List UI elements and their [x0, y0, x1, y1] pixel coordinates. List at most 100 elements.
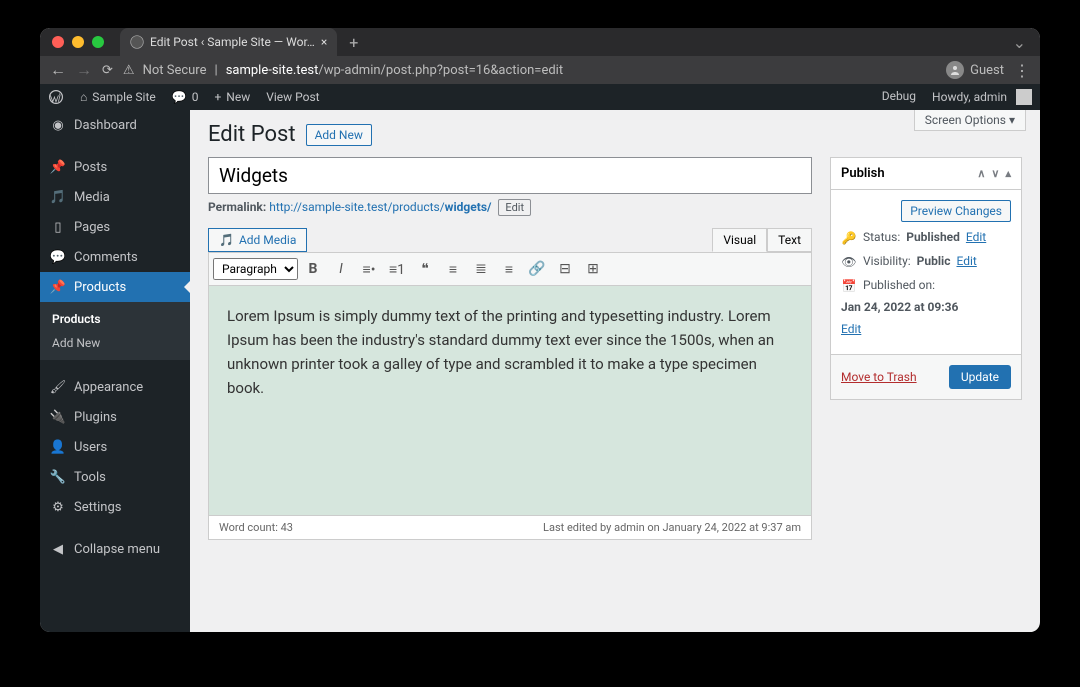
- sidebar-media[interactable]: 🎵Media: [40, 182, 190, 212]
- sidebar-dashboard[interactable]: ◉Dashboard: [40, 110, 190, 140]
- warning-icon: ⚠: [123, 63, 135, 78]
- edit-status[interactable]: Edit: [966, 230, 986, 244]
- post-title-input[interactable]: [208, 157, 812, 194]
- link-button[interactable]: 🔗: [524, 257, 550, 281]
- wp-logo-button[interactable]: [40, 84, 72, 110]
- sidebar-settings[interactable]: ⚙Settings: [40, 492, 190, 522]
- comment-icon: 💬: [172, 90, 187, 104]
- tabs-chevron-icon[interactable]: ⌄: [1013, 33, 1026, 52]
- wordpress-icon: [48, 89, 64, 105]
- browser-menu-icon[interactable]: ⋮: [1014, 61, 1030, 80]
- sidebar-plugins[interactable]: 🔌Plugins: [40, 402, 190, 432]
- comments-link[interactable]: 💬0: [164, 84, 207, 110]
- edit-date[interactable]: Edit: [841, 322, 861, 336]
- sidebar-comments[interactable]: 💬Comments: [40, 242, 190, 272]
- toolbar-toggle-button[interactable]: ⊞: [580, 257, 606, 281]
- url-host: sample-site.test: [226, 63, 319, 78]
- submenu-products[interactable]: Products: [40, 307, 190, 331]
- align-left-button[interactable]: ≡: [440, 257, 466, 281]
- bullet-list-button[interactable]: ≡•: [356, 257, 382, 281]
- sidebar-posts[interactable]: 📌Posts: [40, 152, 190, 182]
- sidebar-tools[interactable]: 🔧Tools: [40, 462, 190, 492]
- comment-icon: 💬: [50, 249, 66, 265]
- user-icon: 👤: [50, 439, 66, 455]
- page-title: Edit Post: [208, 122, 296, 147]
- new-link[interactable]: +New: [206, 84, 258, 110]
- back-button[interactable]: ←: [50, 60, 66, 80]
- sliders-icon: ⚙: [50, 499, 66, 515]
- view-post-link[interactable]: View Post: [258, 84, 327, 110]
- wordpress-icon: [130, 35, 144, 49]
- edit-visibility[interactable]: Edit: [956, 254, 976, 268]
- close-tab-icon[interactable]: ×: [321, 35, 327, 49]
- not-secure-label: Not Secure: [143, 63, 207, 78]
- preview-button[interactable]: Preview Changes: [901, 200, 1011, 222]
- submenu-add-new[interactable]: Add New: [40, 331, 190, 355]
- close-window[interactable]: [52, 36, 64, 48]
- home-icon: ⌂: [80, 90, 87, 104]
- window-controls: [52, 36, 104, 48]
- more-button[interactable]: ⊟: [552, 257, 578, 281]
- last-edit: Last edited by admin on January 24, 2022…: [543, 521, 801, 534]
- plus-icon: +: [214, 90, 221, 104]
- content-area: Screen Options ▾ Edit Post Add New Perma…: [190, 110, 1040, 632]
- number-list-button[interactable]: ≡1: [384, 257, 410, 281]
- move-down-icon[interactable]: ∨: [991, 167, 999, 180]
- format-select[interactable]: Paragraph: [213, 258, 298, 280]
- screen-options-button[interactable]: Screen Options ▾: [914, 110, 1026, 131]
- footer: Thank you for creating with WordPress. V…: [340, 626, 1040, 632]
- add-media-button[interactable]: 🎵Add Media: [208, 228, 307, 252]
- admin-sidebar: ◉Dashboard 📌Posts 🎵Media ▯Pages 💬Comment…: [40, 110, 190, 632]
- add-new-button[interactable]: Add New: [306, 124, 372, 146]
- content-editor[interactable]: Lorem Ipsum is simply dummy text of the …: [208, 286, 812, 516]
- publish-heading: Publish: [841, 166, 885, 181]
- word-count: Word count: 43: [219, 521, 293, 534]
- quote-button[interactable]: ❝: [412, 257, 438, 281]
- permalink-edit-button[interactable]: Edit: [498, 199, 531, 216]
- dashboard-icon: ◉: [50, 117, 66, 133]
- media-icon: 🎵: [219, 233, 234, 247]
- wp-admin-bar: ⌂Sample Site 💬0 +New View Post Debug How…: [40, 84, 1040, 110]
- sidebar-pages[interactable]: ▯Pages: [40, 212, 190, 242]
- pin-icon: 📌: [50, 159, 66, 175]
- howdy-link[interactable]: Howdy, admin: [924, 89, 1040, 105]
- reload-button[interactable]: ⟳: [102, 63, 113, 78]
- media-icon: 🎵: [50, 189, 66, 205]
- wrench-icon: 🔧: [50, 469, 66, 485]
- url-path: /wp-admin/post.php?post=16&action=edit: [318, 63, 563, 78]
- toggle-icon[interactable]: ▴: [1005, 167, 1011, 180]
- profile-button[interactable]: Guest: [946, 61, 1004, 79]
- sidebar-users[interactable]: 👤Users: [40, 432, 190, 462]
- align-right-button[interactable]: ≡: [496, 257, 522, 281]
- update-button[interactable]: Update: [949, 365, 1011, 389]
- sidebar-collapse[interactable]: ◀Collapse menu: [40, 534, 190, 564]
- person-icon: [946, 61, 964, 79]
- sidebar-products[interactable]: 📌Products: [40, 272, 190, 302]
- move-to-trash[interactable]: Move to Trash: [841, 370, 917, 384]
- permalink-link[interactable]: http://sample-site.test/products/widgets…: [269, 200, 491, 214]
- bold-button[interactable]: B: [300, 257, 326, 281]
- new-tab-button[interactable]: +: [349, 33, 358, 52]
- sidebar-appearance[interactable]: 🖌Appearance: [40, 372, 190, 402]
- address-box[interactable]: ⚠ Not Secure | sample-site.test/wp-admin…: [123, 63, 936, 78]
- visual-tab[interactable]: Visual: [712, 228, 767, 252]
- site-link[interactable]: ⌂Sample Site: [72, 84, 164, 110]
- browser-tab[interactable]: Edit Post ‹ Sample Site — Wor… ×: [120, 28, 337, 56]
- collapse-icon: ◀: [50, 541, 66, 557]
- minimize-window[interactable]: [72, 36, 84, 48]
- avatar: [1016, 89, 1032, 105]
- key-icon: 🔑: [841, 230, 857, 246]
- guest-label: Guest: [970, 63, 1004, 78]
- browser-tab-strip: Edit Post ‹ Sample Site — Wor… × + ⌄: [40, 28, 1040, 56]
- calendar-icon: 📅: [841, 278, 857, 294]
- plug-icon: 🔌: [50, 409, 66, 425]
- url-bar: ← → ⟳ ⚠ Not Secure | sample-site.test/wp…: [40, 56, 1040, 84]
- tab-title: Edit Post ‹ Sample Site — Wor…: [150, 35, 315, 49]
- italic-button[interactable]: I: [328, 257, 354, 281]
- text-tab[interactable]: Text: [767, 228, 812, 252]
- debug-link[interactable]: Debug: [874, 89, 924, 103]
- align-center-button[interactable]: ≣: [468, 257, 494, 281]
- move-up-icon[interactable]: ∧: [977, 167, 985, 180]
- maximize-window[interactable]: [92, 36, 104, 48]
- permalink-label: Permalink:: [208, 200, 266, 214]
